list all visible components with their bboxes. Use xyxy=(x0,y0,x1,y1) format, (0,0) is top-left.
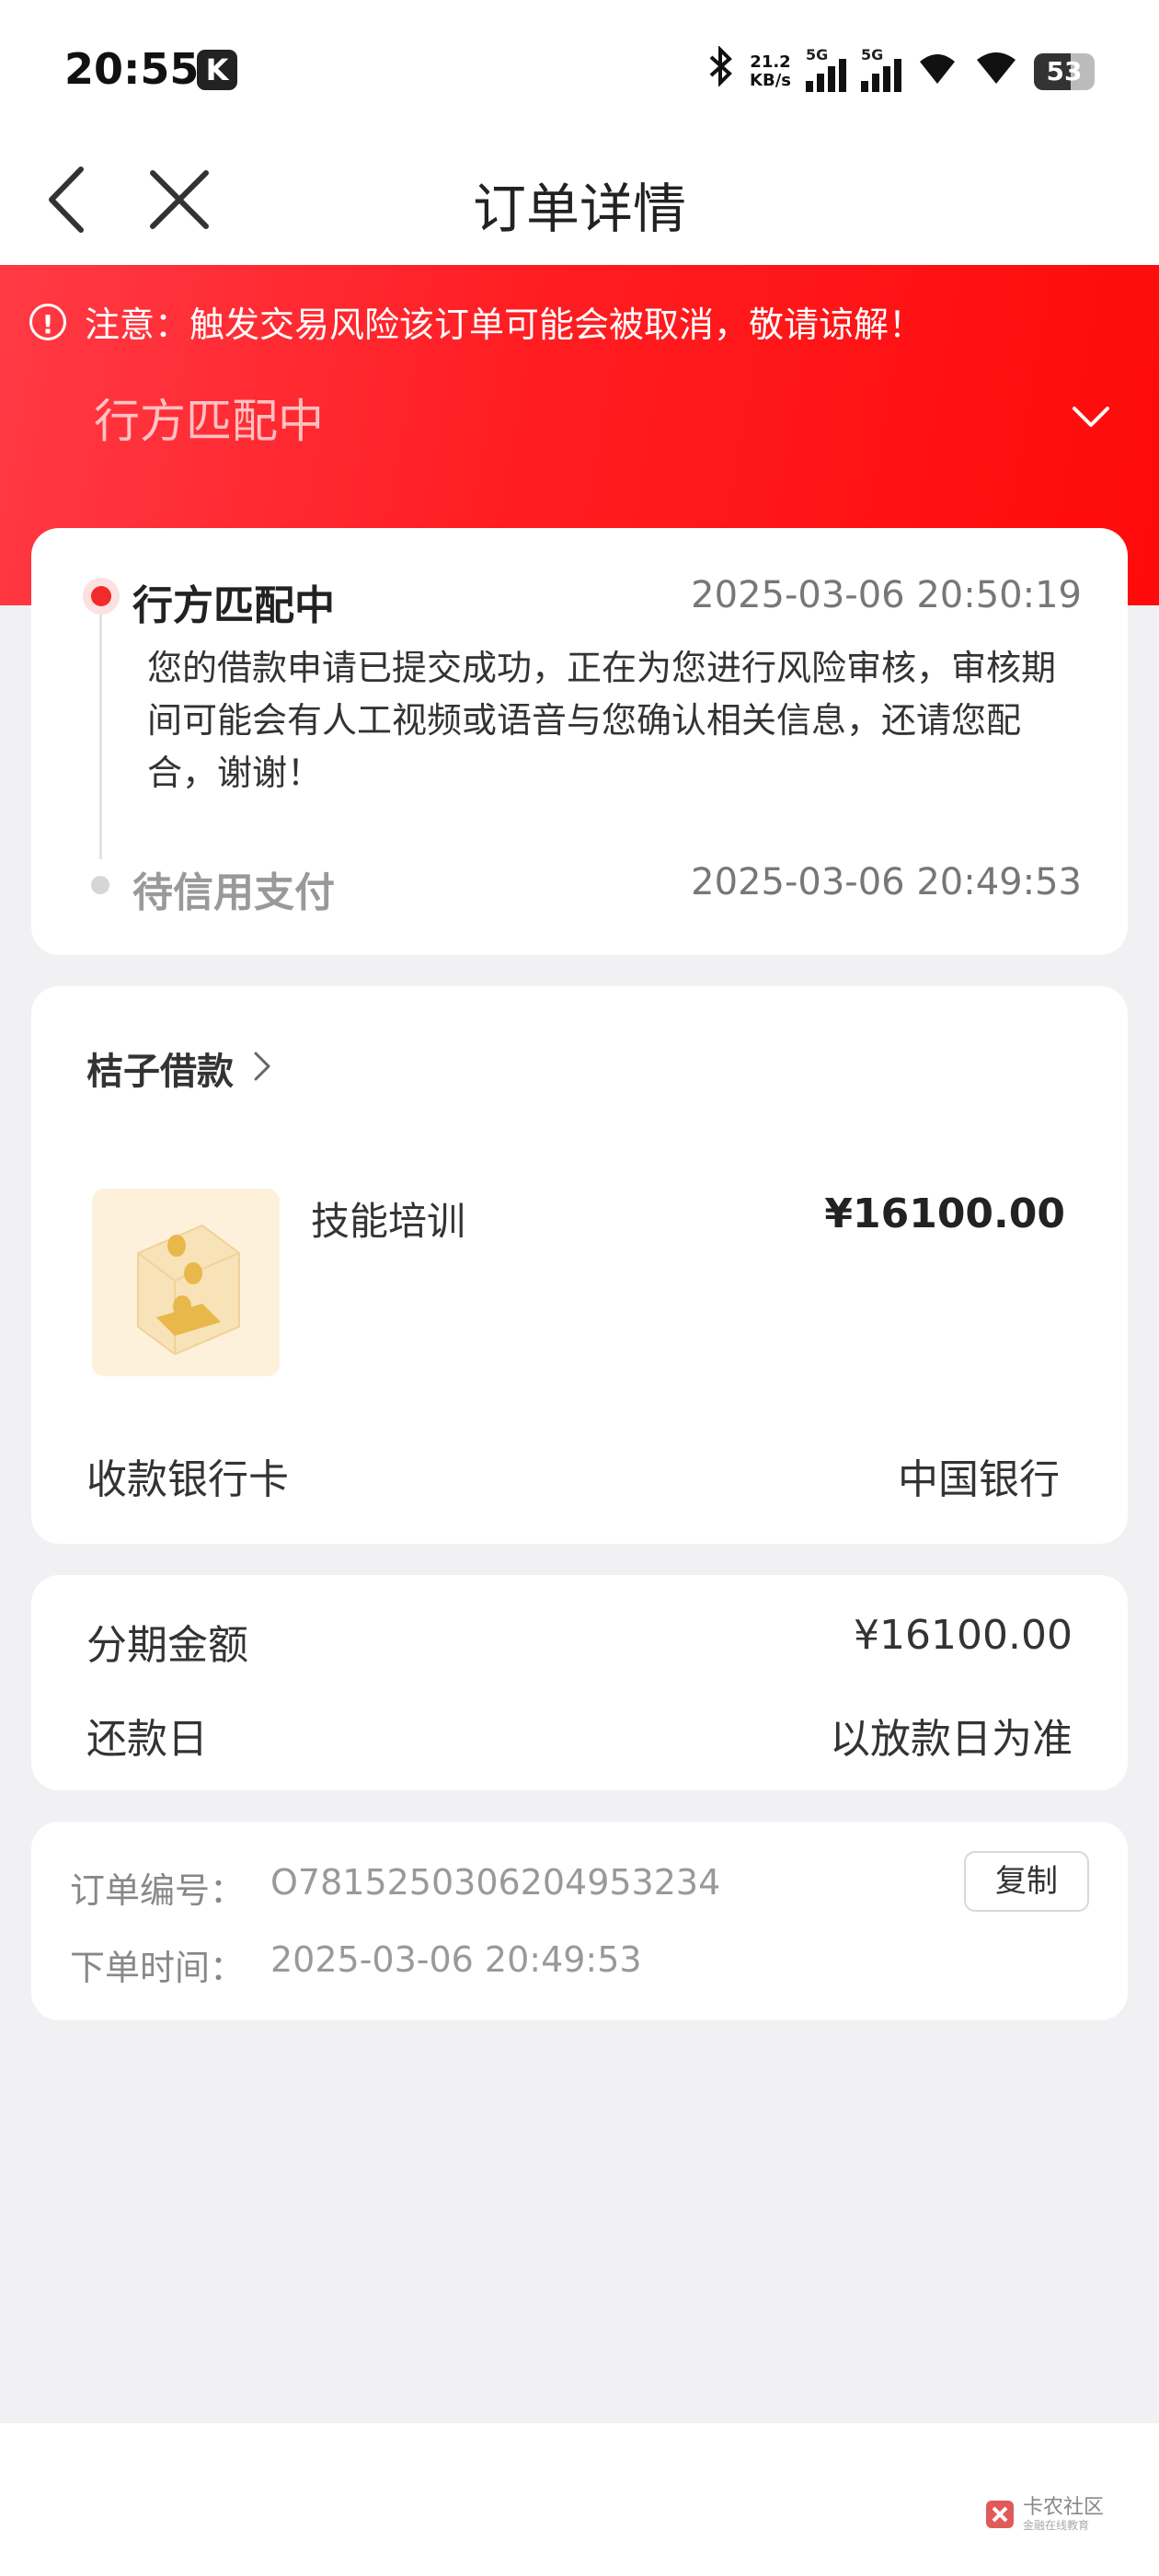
risk-notice-text: 注意：触发交易风险该订单可能会被取消，敬请谅解！ xyxy=(85,305,924,345)
battery-icon: 53 xyxy=(1034,52,1095,90)
timeline-step-title: 待信用支付 xyxy=(132,869,335,916)
merchant-link[interactable]: 桔子借款 xyxy=(86,1041,272,1095)
repayment-day-row: 还款日 以放款日为准 xyxy=(86,1706,1073,1765)
status-timeline-card: 行方匹配中 2025-03-06 20:50:19 您的借款申请已提交成功，正在… xyxy=(31,528,1128,955)
order-time-row: 下单时间： 2025-03-06 20:49:53 xyxy=(70,1939,642,1990)
order-info-card: 订单编号： O781525030620495323​4 下单时间： 2025-0… xyxy=(31,1822,1128,2020)
risk-notice: ! 注意：触发交易风险该订单可能会被取消，敬请谅解！ xyxy=(29,296,924,347)
bank-card-label: 收款银行卡 xyxy=(86,1456,289,1503)
installment-card: 分期金额 ¥16100.00 还款日 以放款日为准 xyxy=(31,1575,1128,1790)
timeline-step-time: 2025-03-06 20:50:19 xyxy=(691,574,1082,616)
repayment-day-value: 以放款日为准 xyxy=(830,1716,1073,1763)
status-bar: 20:55 K 21.2 KB/s 5G 5G 53 xyxy=(0,0,1159,138)
copy-button[interactable]: 复制 xyxy=(964,1851,1089,1912)
app-notification-badge: K xyxy=(197,50,237,90)
timeline-step-title: 行方匹配中 xyxy=(132,582,335,629)
merchant-name: 桔子借款 xyxy=(86,1051,234,1093)
timeline-line xyxy=(99,598,102,859)
order-number-value: O781525030620495323​4 xyxy=(270,1862,721,1903)
signal-icon: 5G xyxy=(806,46,846,92)
watermark-subtitle: 金融在线教育 xyxy=(1022,2519,1089,2532)
wifi-icon xyxy=(916,49,958,95)
timeline-step-description: 您的借款申请已提交成功，正在为您进行风险审核，审核期间可能会有人工视频或语音与您… xyxy=(147,648,1057,793)
timeline-active-dot xyxy=(83,578,120,615)
order-time-label: 下单时间： xyxy=(70,1948,246,1988)
product-card: 桔子借款 技能培训 ¥16100.00 收款银行卡 中国银行 xyxy=(31,986,1128,1544)
bank-card-value: 中国银行 xyxy=(898,1456,1060,1503)
warning-icon: ! xyxy=(29,303,66,340)
order-number-label: 订单编号： xyxy=(70,1870,246,1911)
chevron-down-icon[interactable] xyxy=(1069,403,1113,431)
status-icons: 21.2 KB/s 5G 5G 53 xyxy=(707,45,1095,97)
product-image xyxy=(92,1189,280,1376)
order-number-row: 订单编号： O781525030620495323​4 xyxy=(70,1862,720,1913)
product-name: 技能培训 xyxy=(311,1199,466,1244)
wifi-icon xyxy=(973,49,1019,95)
timeline-dot xyxy=(91,876,109,894)
order-status: 行方匹配中 xyxy=(94,395,324,448)
bottom-bar: 卡农社区 金融在线教育 xyxy=(0,2423,1159,2576)
nav-bar: 订单详情 xyxy=(0,138,1159,265)
signal-icon: 5G xyxy=(861,46,901,92)
repayment-day-label: 还款日 xyxy=(86,1716,208,1763)
timeline-step-time: 2025-03-06 20:49:53 xyxy=(691,861,1082,903)
network-speed: 21.2 KB/s xyxy=(750,52,791,90)
installment-amount-value: ¥16100.00 xyxy=(854,1612,1073,1659)
page-title: 订单详情 xyxy=(472,178,686,240)
installment-amount-row: 分期金额 ¥16100.00 xyxy=(86,1612,1073,1671)
watermark-title: 卡农社区 xyxy=(1022,2496,1104,2519)
installment-amount-label: 分期金额 xyxy=(86,1622,248,1669)
product-price: ¥16100.00 xyxy=(824,1190,1065,1237)
status-time: 20:55 xyxy=(64,44,200,94)
order-time-value: 2025-03-06 20:49:53 xyxy=(270,1939,642,1980)
bluetooth-icon xyxy=(707,45,735,97)
watermark: 卡农社区 金融在线教育 xyxy=(984,2497,1104,2532)
chevron-right-icon xyxy=(252,1050,272,1087)
community-logo-icon xyxy=(984,2499,1016,2530)
